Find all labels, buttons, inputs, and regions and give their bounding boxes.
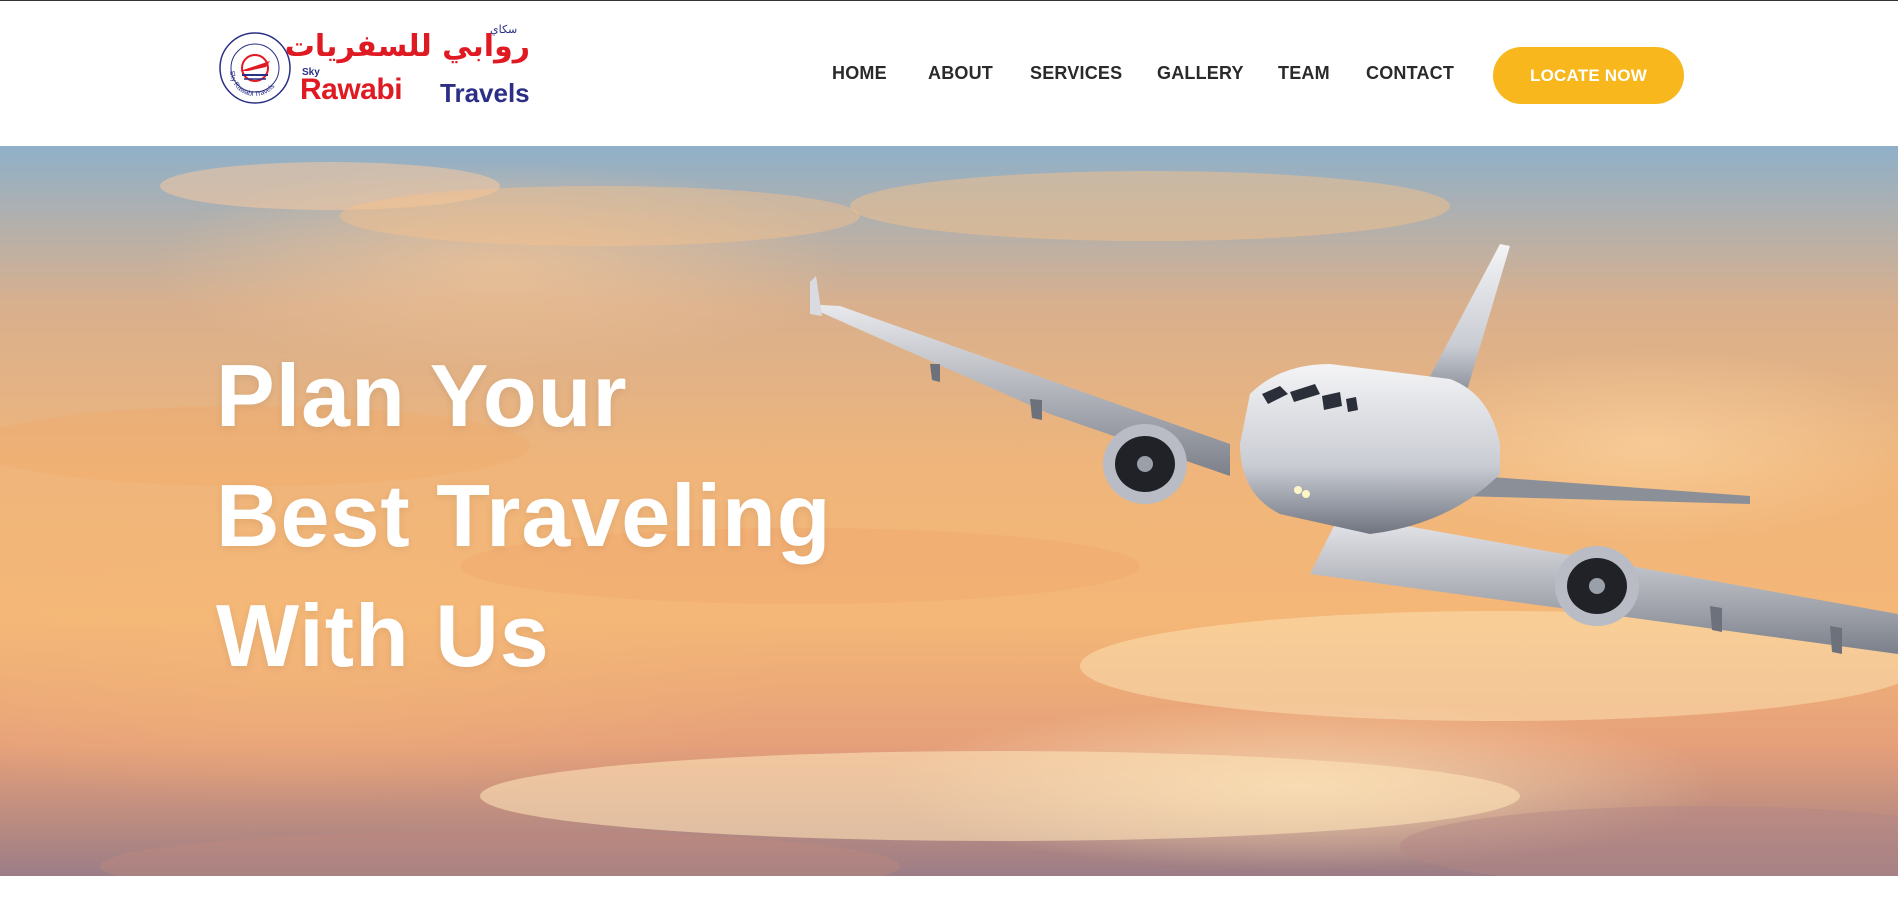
nav-services[interactable]: SERVICES [1030, 63, 1122, 84]
brand-name-secondary: Travels [440, 78, 530, 108]
airplane-image [810, 244, 1898, 654]
hero-title-line-1: Plan Your [216, 346, 628, 445]
nav-team[interactable]: TEAM [1278, 63, 1330, 84]
nav-home[interactable]: HOME [832, 63, 887, 84]
brand-logo[interactable]: Sky Rawabi Travels سكاي روابي للسفريات S… [218, 23, 533, 111]
hero-title-line-2: Best Traveling [216, 466, 832, 565]
hero-title: Plan Your Best Traveling With Us [216, 336, 832, 696]
hero-title-line-3: With Us [216, 586, 550, 685]
hero-banner: Plan Your Best Traveling With Us [0, 146, 1898, 876]
site-header: Sky Rawabi Travels سكاي روابي للسفريات S… [0, 1, 1898, 146]
nav-gallery[interactable]: GALLERY [1157, 63, 1244, 84]
brand-name-primary: Rawabi [300, 73, 403, 106]
brand-arabic-name: روابي للسفريات [284, 29, 530, 64]
seal-icon: Sky Rawabi Travels [219, 32, 291, 104]
locate-now-button[interactable]: LOCATE NOW [1493, 47, 1684, 104]
nav-about[interactable]: ABOUT [928, 63, 993, 84]
nav-contact[interactable]: CONTACT [1366, 63, 1454, 84]
